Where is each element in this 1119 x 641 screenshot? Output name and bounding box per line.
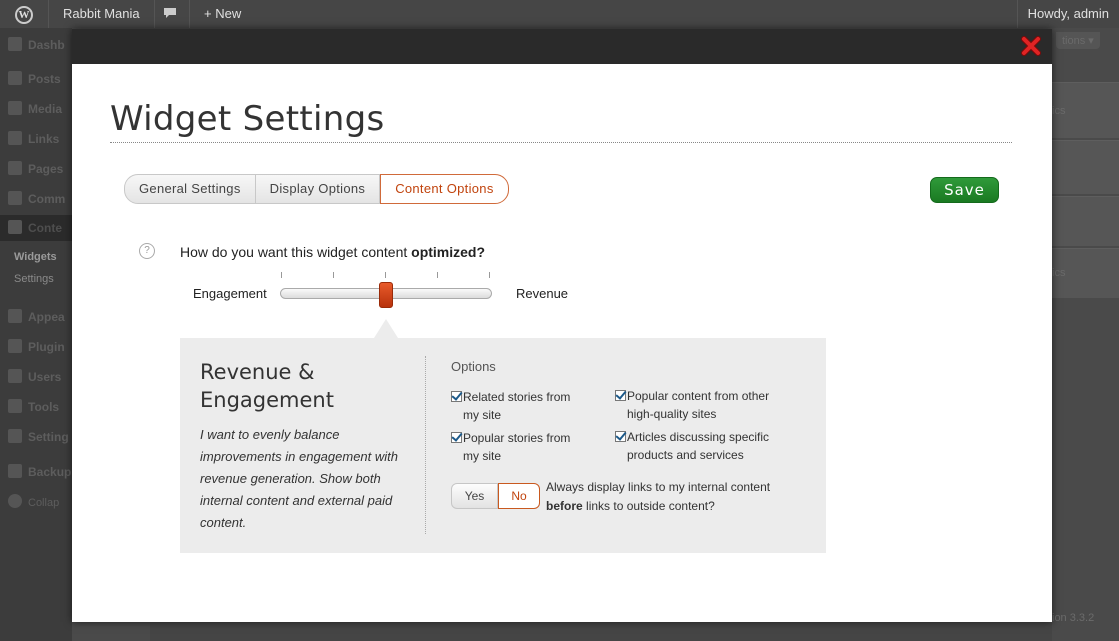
sidebar-item-pages[interactable]: Pages (8, 161, 63, 176)
sidebar-item-links[interactable]: Links (8, 131, 59, 146)
settings-tabs: General Settings Display Options Content… (124, 174, 509, 204)
wordpress-logo-icon[interactable]: W (0, 0, 48, 28)
panel-pointer (374, 319, 398, 338)
sidebar-item-posts[interactable]: Posts (8, 71, 61, 86)
sidebar-item-media[interactable]: Media (8, 101, 62, 116)
users-icon (8, 369, 22, 383)
option-articles-products-services[interactable]: Articles discussing specific products an… (615, 428, 795, 464)
background-footer (150, 622, 1052, 641)
dashboard-icon (8, 37, 22, 51)
screen-options-tab: tions ▾ (1056, 32, 1100, 49)
content-icon (8, 220, 22, 234)
link-icon (8, 131, 22, 145)
toggle-no-button[interactable]: No (498, 483, 540, 509)
sidebar-collapse[interactable]: Collap (8, 494, 59, 509)
slider-tick (333, 272, 334, 278)
sidebar-item-content[interactable]: Conte (0, 215, 72, 241)
background-text: ics (1052, 105, 1066, 117)
option-related-stories[interactable]: Related stories from my site (451, 388, 601, 424)
appearance-icon (8, 309, 22, 323)
tools-icon (8, 399, 22, 413)
sidebar-item-backup[interactable]: Backup (8, 464, 71, 479)
slider-label-revenue: Revenue (516, 286, 569, 301)
pin-icon (8, 71, 22, 85)
sidebar-item-appearance[interactable]: Appea (8, 309, 65, 324)
save-button[interactable]: Save (930, 177, 999, 203)
comment-icon (8, 191, 22, 205)
background-panel (1052, 196, 1119, 246)
howdy-account-link[interactable]: Howdy, admin (1016, 0, 1119, 28)
checkbox-checked[interactable] (615, 390, 626, 401)
slider-tick (385, 272, 386, 278)
settings-icon (8, 429, 22, 443)
sidebar-sub-settings[interactable]: Settings (14, 273, 54, 285)
slider-tick (281, 272, 282, 278)
speech-bubble-icon[interactable] (150, 0, 190, 28)
sidebar-sub-widgets[interactable]: Widgets (14, 251, 57, 263)
option-popular-content-other-sites[interactable]: Popular content from other high-quality … (615, 387, 795, 423)
revenue-engagement-panel: Revenue & Engagement I want to evenly bal… (180, 338, 826, 553)
modal-title: Widget Settings (110, 99, 385, 139)
panel-divider (425, 356, 426, 534)
sidebar-item-dashboard[interactable]: Dashb (8, 37, 65, 52)
internal-links-toggle: Yes No (451, 483, 540, 509)
backup-icon (8, 464, 22, 478)
new-content-link[interactable]: + New (194, 0, 251, 28)
toggle-description: Always display links to my internal cont… (546, 480, 771, 513)
panel-title: Revenue & Engagement (200, 360, 334, 412)
version-text: ion 3.3.2 (1052, 612, 1095, 624)
widget-settings-modal: Widget Settings General Settings Display… (72, 29, 1052, 622)
background-panel (1052, 140, 1119, 194)
checkbox-checked[interactable] (451, 391, 462, 402)
optimization-slider-handle[interactable] (379, 282, 393, 308)
slider-tick (437, 272, 438, 278)
sidebar-item-plugins[interactable]: Plugin (8, 339, 65, 354)
options-heading: Options (451, 359, 496, 374)
sidebar-item-users[interactable]: Users (8, 369, 61, 384)
panel-description: I want to evenly balance improvements in… (200, 427, 398, 530)
collapse-icon (8, 494, 22, 508)
option-popular-stories[interactable]: Popular stories from my site (451, 429, 601, 465)
optimization-question: How do you want this widget content opti… (180, 244, 486, 260)
checkbox-checked[interactable] (451, 432, 462, 443)
modal-header (72, 29, 1052, 64)
site-name-link[interactable]: Rabbit Mania (48, 0, 155, 28)
title-divider (110, 142, 1012, 143)
checkbox-checked[interactable] (615, 431, 626, 442)
slider-label-engagement: Engagement (193, 286, 267, 301)
sidebar-item-comments[interactable]: Comm (8, 191, 65, 206)
plugin-icon (8, 339, 22, 353)
sidebar-item-tools[interactable]: Tools (8, 399, 59, 414)
help-icon[interactable]: ? (139, 243, 155, 259)
media-icon (8, 101, 22, 115)
page-icon (8, 161, 22, 175)
tab-general-settings[interactable]: General Settings (124, 174, 256, 204)
admin-sidebar: Dashb Posts Media Links Pages Comm Conte… (0, 28, 72, 641)
slider-ticks (280, 272, 492, 280)
sidebar-item-settings[interactable]: Setting (8, 429, 69, 444)
tab-content-options[interactable]: Content Options (380, 174, 509, 204)
admin-bar: W Rabbit Mania + New Howdy, admin (0, 0, 1119, 28)
background-text: ics (1052, 267, 1066, 279)
toggle-yes-button[interactable]: Yes (451, 483, 498, 509)
tab-display-options[interactable]: Display Options (255, 174, 381, 204)
close-x-icon[interactable] (1020, 35, 1042, 57)
slider-tick (489, 272, 490, 278)
